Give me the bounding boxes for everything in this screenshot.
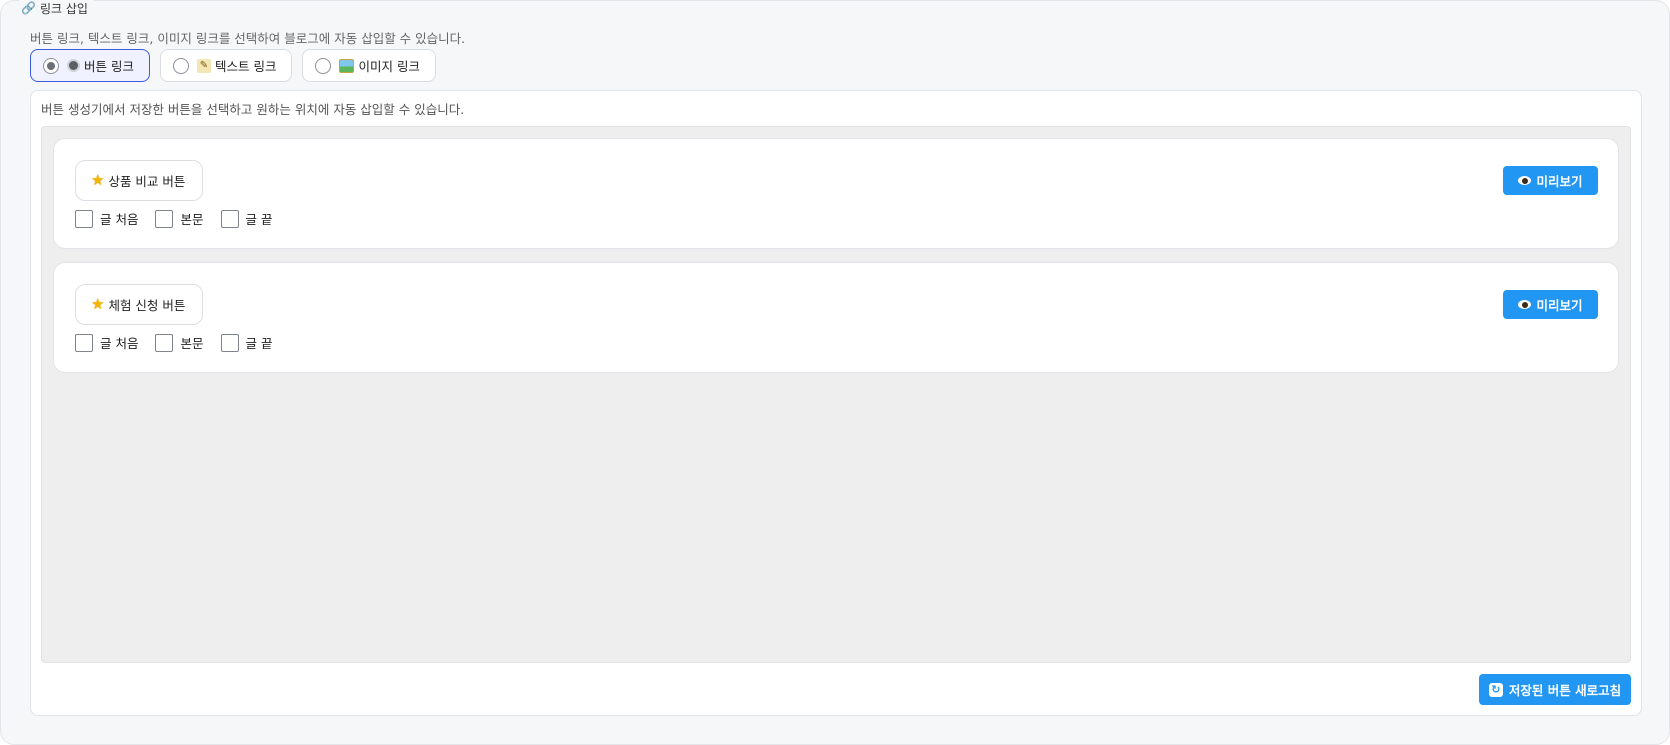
- radio-unselected[interactable]: [315, 57, 332, 74]
- position-label: 글 끝: [245, 336, 273, 351]
- saved-button-card: ★ 상품 비교 버튼 글 처음 본문 글 끝 미리보기: [53, 138, 1619, 249]
- position-label: 본문: [180, 336, 204, 351]
- position-label: 글 처음: [100, 212, 139, 227]
- link-type-image[interactable]: 이미지 링크: [302, 49, 436, 82]
- link-insert-section: 🔗 링크 삽입 버튼 링크, 텍스트 링크, 이미지 링크를 선택하여 블로그에…: [0, 0, 1670, 745]
- insert-position-options: 글 처음 본문 글 끝: [75, 209, 289, 228]
- button-name-chip[interactable]: ★ 체험 신청 버튼: [75, 284, 204, 325]
- link-type-text[interactable]: ✎ 텍스트 링크: [159, 49, 293, 82]
- position-body-option[interactable]: 본문: [155, 333, 204, 352]
- radio-unselected[interactable]: [172, 57, 189, 74]
- position-end-checkbox[interactable]: [220, 209, 239, 228]
- saved-button-list[interactable]: ★ 상품 비교 버튼 글 처음 본문 글 끝 미리보기 ★ 체험 신청 버튼 글…: [41, 126, 1631, 663]
- position-label: 본문: [180, 212, 204, 227]
- position-body-option[interactable]: 본문: [155, 209, 204, 228]
- preview-label: 미리보기: [1536, 298, 1583, 313]
- position-label: 글 끝: [245, 212, 273, 227]
- position-end-checkbox[interactable]: [220, 333, 239, 352]
- preview-button[interactable]: 미리보기: [1503, 166, 1598, 195]
- button-name-chip[interactable]: ★ 상품 비교 버튼: [75, 160, 204, 201]
- position-start-option[interactable]: 글 처음: [75, 333, 138, 352]
- eye-icon: [1518, 176, 1532, 185]
- position-start-checkbox[interactable]: [75, 209, 93, 228]
- eye-icon: [1518, 300, 1532, 309]
- link-type-label: 이미지 링크: [358, 59, 420, 74]
- position-body-checkbox[interactable]: [155, 333, 174, 352]
- position-end-option[interactable]: 글 끝: [220, 333, 273, 352]
- star-icon: ★: [91, 171, 105, 189]
- position-start-option[interactable]: 글 처음: [75, 209, 138, 228]
- refresh-label: 저장된 버튼 새로고침: [1508, 683, 1622, 698]
- position-label: 글 처음: [100, 336, 139, 351]
- picture-icon: [339, 58, 355, 73]
- button-icon: [67, 59, 80, 72]
- panel-description: 버튼 생성기에서 저장한 버튼을 선택하고 원하는 위치에 자동 삽입할 수 있…: [41, 102, 465, 117]
- position-body-checkbox[interactable]: [155, 209, 174, 228]
- radio-selected[interactable]: [43, 57, 59, 74]
- link-type-label: 버튼 링크: [84, 59, 134, 74]
- link-icon: 🔗: [21, 1, 36, 15]
- section-description: 버튼 링크, 텍스트 링크, 이미지 링크를 선택하여 블로그에 자동 삽입할 …: [30, 31, 466, 46]
- button-name: 체험 신청 버튼: [108, 298, 186, 313]
- saved-button-card: ★ 체험 신청 버튼 글 처음 본문 글 끝 미리보기: [53, 262, 1619, 373]
- link-type-label: 텍스트 링크: [214, 59, 277, 74]
- position-start-checkbox[interactable]: [75, 333, 93, 352]
- star-icon: ★: [91, 295, 105, 313]
- memo-icon: ✎: [196, 58, 211, 73]
- button-name: 상품 비교 버튼: [108, 174, 186, 189]
- position-end-option[interactable]: 글 끝: [220, 209, 273, 228]
- section-legend: 🔗 링크 삽입: [19, 0, 94, 16]
- insert-position-options: 글 처음 본문 글 끝: [75, 333, 289, 352]
- button-link-panel: 버튼 생성기에서 저장한 버튼을 선택하고 원하는 위치에 자동 삽입할 수 있…: [30, 90, 1642, 716]
- preview-label: 미리보기: [1536, 174, 1583, 189]
- link-type-button[interactable]: 버튼 링크: [30, 49, 150, 82]
- refresh-icon: ↻: [1488, 682, 1503, 697]
- section-title: 링크 삽입: [39, 1, 88, 16]
- preview-button[interactable]: 미리보기: [1503, 290, 1598, 319]
- link-type-selector: 버튼 링크 ✎ 텍스트 링크 이미지 링크: [30, 49, 436, 82]
- refresh-saved-buttons-button[interactable]: ↻ 저장된 버튼 새로고침: [1479, 674, 1631, 705]
